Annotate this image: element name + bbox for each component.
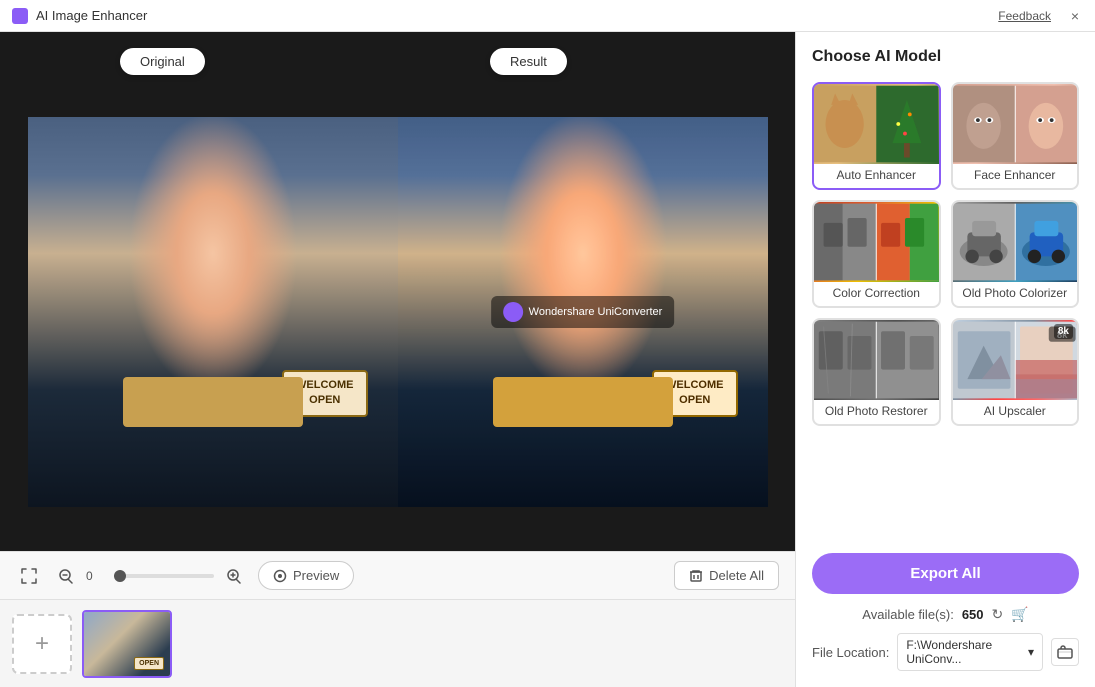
add-file-button[interactable]: + [12, 614, 72, 674]
right-panel: Choose AI Model [795, 32, 1095, 687]
original-label: Original [120, 48, 205, 75]
fit-screen-button[interactable] [16, 563, 42, 589]
available-files: Available file(s): 650 ↻ 🛒 [812, 606, 1079, 623]
model-label-ai-upscaler: AI Upscaler [953, 400, 1078, 424]
welcome-sign-result: WELCOME OPEN [652, 370, 737, 417]
title-bar: AI Image Enhancer Feedback × [0, 0, 1095, 32]
zoom-slider[interactable] [114, 574, 214, 578]
model-card-auto-enhancer[interactable]: Auto Enhancer [812, 82, 941, 190]
model-image-color-correction [814, 202, 939, 282]
model-card-face-enhancer[interactable]: Face Enhancer [951, 82, 1080, 190]
zoom-value: 0 [86, 569, 106, 583]
app-title: AI Image Enhancer [36, 8, 147, 23]
file-location-browse-button[interactable] [1051, 638, 1079, 666]
feedback-link[interactable]: Feedback [998, 9, 1051, 23]
result-image-slot: WELCOME OPEN Wondershare UniConverter [398, 117, 768, 507]
sign-line2: OPEN [296, 393, 353, 408]
sign-line1: WELCOME [296, 378, 353, 393]
title-bar-right: Feedback × [998, 8, 1083, 24]
zoom-in-button[interactable] [222, 564, 246, 588]
model-label-color-correction: Color Correction [814, 282, 939, 306]
model-image-old-photo-restorer [814, 320, 939, 400]
model-image-face-enhancer [953, 84, 1078, 164]
watermark: Wondershare UniConverter [491, 296, 675, 328]
model-card-color-correction[interactable]: Color Correction [812, 200, 941, 308]
available-files-count: 650 [962, 607, 984, 622]
toolbar-fit-group [16, 563, 42, 589]
file-location-dropdown-icon[interactable]: ▾ [1028, 645, 1034, 659]
result-label: Result [490, 48, 567, 75]
close-button[interactable]: × [1067, 8, 1083, 24]
thumbnail-item[interactable]: OPEN [82, 610, 172, 678]
zoom-out-button[interactable] [54, 564, 78, 588]
original-image-slot: WELCOME OPEN [28, 117, 398, 507]
panel-title: Choose AI Model [812, 48, 1079, 66]
export-all-button[interactable]: Export All [812, 553, 1079, 594]
model-label-face-enhancer: Face Enhancer [953, 164, 1078, 188]
file-location-label: File Location: [812, 645, 889, 660]
preview-button[interactable]: Preview [258, 561, 354, 590]
model-card-old-photo-restorer[interactable]: Old Photo Restorer [812, 318, 941, 426]
model-label-auto-enhancer: Auto Enhancer [814, 164, 939, 188]
toolbar: 0 Preview Delete All [0, 551, 795, 599]
sign-line2-result: OPEN [666, 393, 723, 408]
bottom-section: Export All Available file(s): 650 ↻ 🛒 Fi… [812, 553, 1079, 671]
model-image-auto-enhancer [814, 84, 939, 164]
file-location-path-text: F:\Wondershare UniConv... [906, 638, 1028, 666]
svg-text:8k: 8k [1056, 330, 1067, 341]
welcome-sign-original: WELCOME OPEN [282, 370, 367, 417]
title-bar-left: AI Image Enhancer [12, 8, 147, 24]
app-logo-icon [12, 8, 28, 24]
filmstrip: + OPEN [0, 599, 795, 687]
model-card-old-photo-colorizer[interactable]: Old Photo Colorizer [951, 200, 1080, 308]
main-content: Original Result WELCOME OPEN [0, 32, 1095, 687]
delete-all-button[interactable]: Delete All [674, 561, 779, 590]
refresh-icon[interactable]: ↻ [992, 606, 1004, 623]
thumbnail-sign: OPEN [134, 657, 164, 670]
model-label-old-photo-restorer: Old Photo Restorer [814, 400, 939, 424]
original-image: WELCOME OPEN [28, 117, 398, 507]
image-view-area: Original Result WELCOME OPEN [0, 32, 795, 551]
cart-icon[interactable]: 🛒 [1011, 606, 1028, 623]
file-location-path: F:\Wondershare UniConv... ▾ [897, 633, 1043, 671]
model-card-ai-upscaler[interactable]: 8k AI Upscaler [951, 318, 1080, 426]
model-grid: Auto Enhancer [812, 82, 1079, 426]
watermark-text: Wondershare UniConverter [529, 306, 663, 318]
delete-all-label: Delete All [709, 568, 764, 583]
model-image-ai-upscaler: 8k [953, 320, 1078, 400]
watermark-logo-icon [503, 302, 523, 322]
file-location-row: File Location: F:\Wondershare UniConv...… [812, 633, 1079, 671]
preview-label: Preview [293, 568, 339, 583]
available-files-label: Available file(s): [862, 607, 954, 622]
image-panel: Original Result WELCOME OPEN [0, 32, 795, 687]
app-window: AI Image Enhancer Feedback × Original Re… [0, 0, 1095, 687]
model-label-old-photo-colorizer: Old Photo Colorizer [953, 282, 1078, 306]
sign-line1-result: WELCOME [666, 378, 723, 393]
images-container: WELCOME OPEN WELCOME OPEN [0, 32, 795, 551]
model-image-old-photo-colorizer [953, 202, 1078, 282]
zoom-group: 0 [54, 564, 246, 588]
